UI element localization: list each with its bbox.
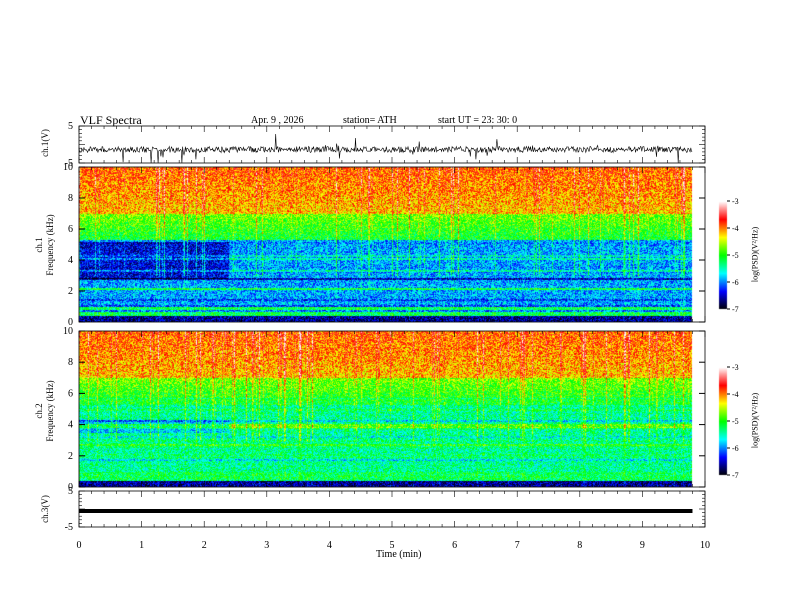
station-label: station= ATH bbox=[343, 115, 397, 126]
colorbar-tick-label: -5 bbox=[732, 251, 739, 260]
y-tick-label: 10 bbox=[63, 326, 73, 337]
colorbar2-label: log(PSD)(V²/Hz) bbox=[750, 392, 760, 449]
ch1-ylabel: ch.1(V) bbox=[40, 129, 50, 157]
x-tick-label: 3 bbox=[264, 540, 269, 551]
x-tick-label: 0 bbox=[77, 540, 82, 551]
colorbar-tick-label: -6 bbox=[732, 278, 739, 287]
colorbar-tick-label: -3 bbox=[732, 197, 739, 206]
colorbar-tick-label: -6 bbox=[732, 444, 739, 453]
x-tick-label: 6 bbox=[452, 540, 457, 551]
x-axis-label: Time (min) bbox=[376, 549, 422, 560]
y-tick-label: 2 bbox=[68, 286, 73, 297]
y-tick-label: 5 bbox=[68, 486, 73, 497]
colorbar-tick-label: -5 bbox=[732, 417, 739, 426]
colorbar-tick-label: -7 bbox=[732, 471, 739, 480]
x-tick-label: 1 bbox=[139, 540, 144, 551]
ch2-spectrogram-ylabel: ch.2 Frequency (kHz) bbox=[34, 380, 55, 442]
colorbar-tick-label: -7 bbox=[732, 305, 739, 314]
y-tick-label: 10 bbox=[63, 162, 73, 173]
y-tick-label: 8 bbox=[68, 193, 73, 204]
colorbar1-label: log(PSD)(V²/Hz) bbox=[750, 226, 760, 283]
colorbar-tick-label: -4 bbox=[732, 390, 739, 399]
axes-layer: -3-4-5-6-7-3-4-5-6-75-5108642010864205-5… bbox=[63, 121, 739, 551]
ch3-ylabel: ch.3(V) bbox=[40, 495, 50, 523]
ch1-spectrogram-ylabel: ch.1 Frequency (kHz) bbox=[34, 214, 55, 276]
x-tick-label: 2 bbox=[202, 540, 207, 551]
x-tick-label: 7 bbox=[515, 540, 520, 551]
x-tick-label: 4 bbox=[327, 540, 332, 551]
y-tick-label: 6 bbox=[68, 388, 73, 399]
y-tick-label: 2 bbox=[68, 451, 73, 462]
x-tick-label: 10 bbox=[700, 540, 710, 551]
start-time-label: start UT = 23: 30: 0 bbox=[438, 115, 518, 126]
chart-title: VLF Spectra bbox=[80, 113, 142, 127]
y-tick-label: 4 bbox=[68, 420, 73, 431]
ch1-waveform-line bbox=[78, 133, 693, 164]
y-tick-label: 8 bbox=[68, 357, 73, 368]
date-label: Apr. 9 , 2026 bbox=[251, 115, 304, 126]
y-tick-label: 5 bbox=[68, 121, 73, 132]
colorbar-tick-label: -3 bbox=[732, 363, 739, 372]
panel-frame bbox=[78, 330, 706, 488]
y-tick-label: 4 bbox=[68, 255, 73, 266]
y-tick-label: 6 bbox=[68, 224, 73, 235]
panel-frame bbox=[78, 166, 706, 323]
x-tick-label: 9 bbox=[640, 540, 645, 551]
colorbar-tick-label: -4 bbox=[732, 224, 739, 233]
y-tick-label: -5 bbox=[65, 522, 73, 533]
x-tick-label: 8 bbox=[577, 540, 582, 551]
